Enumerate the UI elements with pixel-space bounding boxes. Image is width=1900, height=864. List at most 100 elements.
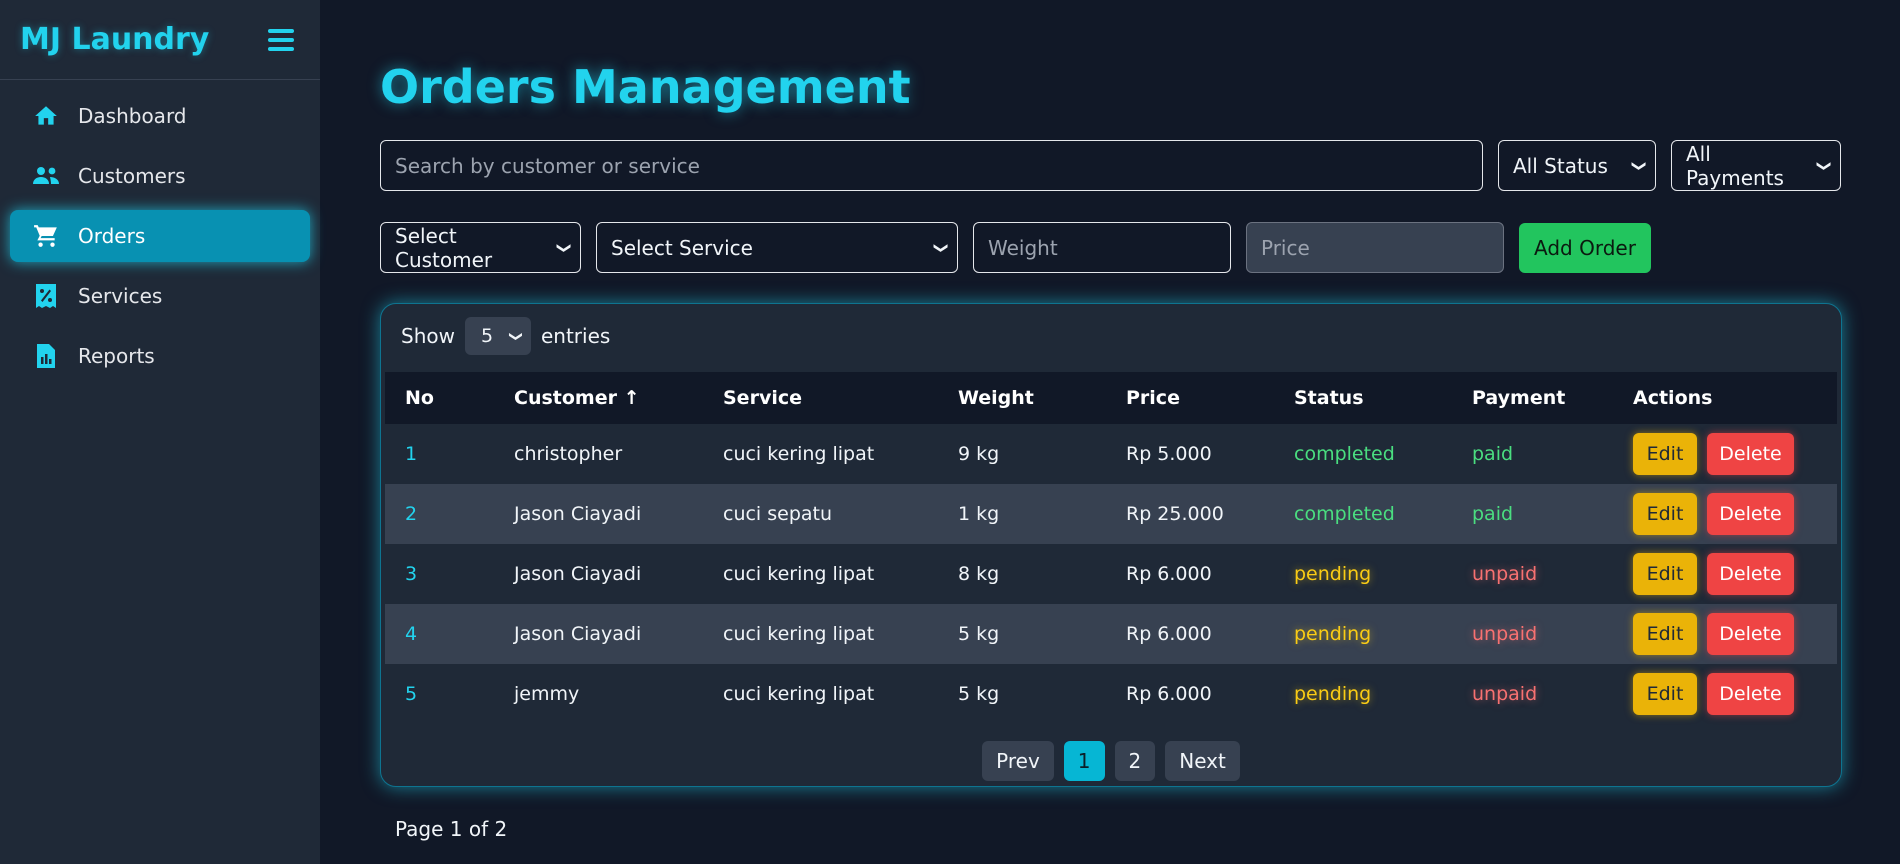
cell-no: 5 [405,683,418,705]
sidebar-item-reports[interactable]: Reports [10,330,310,382]
cell-service: cuci kering lipat [723,623,875,645]
page-button-1[interactable]: 1 [1063,741,1105,781]
sidebar-item-label: Orders [78,224,146,248]
payment-badge: unpaid [1472,623,1538,645]
cell-weight: 8 kg [958,563,1000,585]
service-select[interactable]: Select Service ❯ [596,222,958,273]
payment-filter-value: All Payments [1686,141,1784,190]
header-no[interactable]: No [385,387,494,409]
search-input[interactable]: Search by customer or service [380,140,1483,191]
cell-actions: Edit Delete [1613,613,1837,655]
header-service[interactable]: Service [703,387,938,409]
delete-button[interactable]: Delete [1707,433,1794,475]
customer-select-value: Select Customer [395,223,493,272]
customer-select[interactable]: Select Customer ❯ [380,222,581,273]
header-price[interactable]: Price [1106,387,1274,409]
chevron-down-icon: ❯ [1816,159,1833,172]
status-badge: pending [1294,563,1372,585]
cell-customer: Jason Ciayadi [514,623,642,645]
payment-badge: unpaid [1472,683,1538,705]
table-header: No Customer ↑ Service Weight Price Statu… [385,372,1837,424]
cart-icon [32,222,60,250]
hamburger-menu-icon[interactable] [268,28,294,51]
payment-badge: unpaid [1472,563,1538,585]
edit-button[interactable]: Edit [1633,493,1697,535]
cell-no: 4 [405,623,418,645]
delete-button[interactable]: Delete [1707,493,1794,535]
entries-select[interactable]: 5 ❯ [464,317,531,355]
chevron-down-icon: ❯ [1631,159,1648,172]
header-payment[interactable]: Payment [1452,387,1613,409]
sidebar-header: MJ Laundry [0,0,320,80]
status-badge: completed [1294,503,1395,525]
cell-no: 2 [405,503,418,525]
cell-customer: Jason Ciayadi [514,503,642,525]
table-row: 1 christopher cuci kering lipat 9 kg Rp … [385,424,1837,484]
cell-service: cuci kering lipat [723,563,875,585]
sidebar-item-customers[interactable]: Customers [10,150,310,202]
price-placeholder: Price [1261,235,1310,260]
table-row: 4 Jason Ciayadi cuci kering lipat 5 kg R… [385,604,1837,664]
prev-page-button[interactable]: Prev [982,741,1054,781]
cell-actions: Edit Delete [1613,493,1837,535]
pagination: Prev 1 2 Next [381,741,1841,781]
cell-price: Rp 6.000 [1126,623,1212,645]
header-actions: Actions [1633,387,1713,409]
page-info: Page 1 of 2 [395,817,508,841]
orders-table: No Customer ↑ Service Weight Price Statu… [385,372,1837,724]
sidebar-item-label: Dashboard [78,104,187,128]
cell-weight: 5 kg [958,683,1000,705]
entries-label: entries [540,324,611,348]
page-title: Orders Management [380,60,911,114]
page-button-2[interactable]: 2 [1114,741,1156,781]
cell-service: cuci sepatu [723,503,833,525]
cell-service: cuci kering lipat [723,443,875,465]
cell-no: 3 [405,563,418,585]
sidebar-item-label: Services [78,284,163,308]
service-select-value: Select Service [611,235,753,260]
sidebar-item-services[interactable]: Services [10,270,310,322]
sidebar-item-label: Customers [78,164,186,188]
chevron-down-icon: ❯ [508,330,524,342]
header-status[interactable]: Status [1274,387,1452,409]
cell-actions: Edit Delete [1613,433,1837,475]
edit-button[interactable]: Edit [1633,553,1697,595]
price-input[interactable]: Price [1246,222,1504,273]
brand-logo[interactable]: MJ Laundry [20,22,209,57]
payment-filter-select[interactable]: All Payments ❯ [1671,140,1841,191]
edit-button[interactable]: Edit [1633,673,1697,715]
orders-table-card: Show 5 ❯ entries No Customer ↑ Service W… [380,303,1842,787]
edit-button[interactable]: Edit [1633,613,1697,655]
header-customer[interactable]: Customer ↑ [494,387,703,409]
status-filter-value: All Status [1513,153,1608,178]
table-row: 2 Jason Ciayadi cuci sepatu 1 kg Rp 25.0… [385,484,1837,544]
status-badge: pending [1294,623,1372,645]
edit-button[interactable]: Edit [1633,433,1697,475]
cell-price: Rp 6.000 [1126,563,1212,585]
cell-actions: Edit Delete [1613,673,1837,715]
percent-receipt-icon [32,282,60,310]
cell-weight: 5 kg [958,623,1000,645]
sidebar: MJ Laundry Dashboard Customers Orders Se… [0,0,320,864]
sidebar-item-orders[interactable]: Orders [10,210,310,262]
home-icon [32,102,60,130]
delete-button[interactable]: Delete [1707,613,1794,655]
payment-badge: paid [1472,443,1514,465]
add-order-button[interactable]: Add Order [1519,223,1651,273]
status-badge: pending [1294,683,1372,705]
next-page-button[interactable]: Next [1165,741,1240,781]
sidebar-item-dashboard[interactable]: Dashboard [10,90,310,142]
delete-button[interactable]: Delete [1707,553,1794,595]
status-badge: completed [1294,443,1395,465]
chevron-down-icon: ❯ [933,241,950,254]
cell-no: 1 [405,443,418,465]
sidebar-nav: Dashboard Customers Orders Services Repo… [0,80,320,382]
status-filter-select[interactable]: All Status ❯ [1498,140,1656,191]
cell-weight: 1 kg [958,503,1000,525]
delete-button[interactable]: Delete [1707,673,1794,715]
header-weight[interactable]: Weight [938,387,1106,409]
weight-input[interactable]: Weight [973,222,1231,273]
cell-weight: 9 kg [958,443,1000,465]
cell-customer: Jason Ciayadi [514,563,642,585]
entries-control: Show 5 ❯ entries [401,316,610,356]
